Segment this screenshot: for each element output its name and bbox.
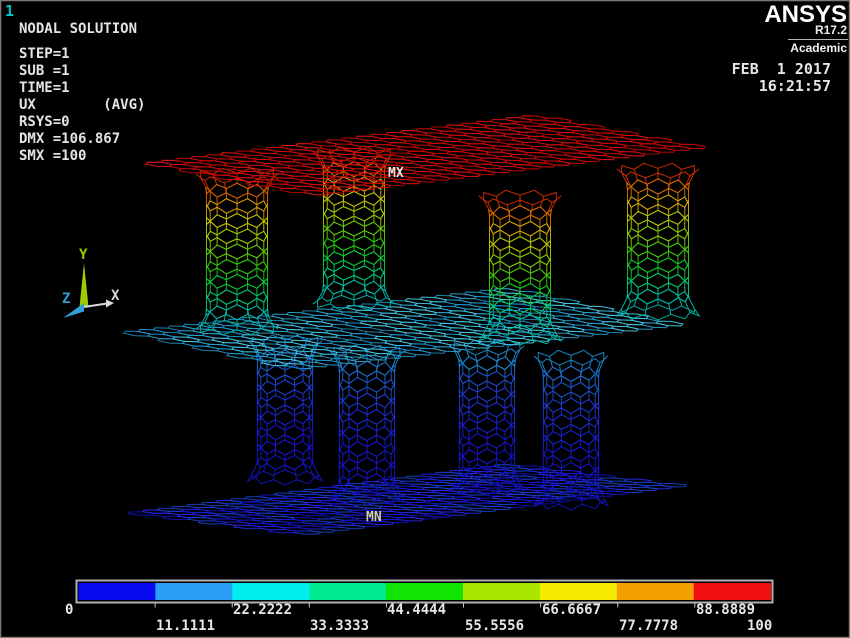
solution-step: STEP=1: [19, 46, 70, 62]
legend-segment: [463, 583, 540, 600]
legend-value-5: 55.5556: [465, 618, 524, 634]
solution-time: TIME=1: [19, 80, 70, 96]
date-label: FEB 1 2017: [732, 60, 831, 78]
legend-segment: [617, 583, 694, 600]
legend-value-0: 0: [65, 602, 73, 618]
legend-value-2: 22.2222: [233, 602, 292, 618]
legend-value-8: 88.8889: [696, 602, 755, 618]
solution-smx: SMX =100: [19, 148, 86, 164]
solution-sub: SUB =1: [19, 63, 70, 79]
legend-value-4: 44.4444: [387, 602, 446, 618]
legend-segment: [79, 583, 156, 600]
solution-title: NODAL SOLUTION: [19, 21, 137, 37]
ansys-application-window: 1 NODAL SOLUTION STEP=1 SUB =1 TIME=1 UX…: [0, 0, 850, 638]
legend-value-7: 77.7778: [619, 618, 678, 634]
min-node-marker: MN: [366, 510, 382, 525]
graphics-viewport[interactable]: 1 NODAL SOLUTION STEP=1 SUB =1 TIME=1 UX…: [0, 0, 850, 638]
solution-rsys: RSYS=0: [19, 114, 70, 130]
x-axis-label: X: [111, 288, 120, 304]
legend-color-segments: [79, 583, 772, 600]
legend-value-6: 66.6667: [542, 602, 601, 618]
plot-number: 1: [5, 2, 14, 20]
legend-segment: [309, 583, 386, 600]
legend-segment: [155, 583, 232, 600]
legend-value-3: 33.3333: [310, 618, 369, 634]
solution-dmx: DMX =106.867: [19, 131, 120, 147]
legend-value-1: 11.1111: [156, 618, 215, 634]
solution-ux-avg: UX (AVG): [19, 97, 145, 113]
legend-value-9: 100: [747, 618, 772, 634]
y-axis-label: Y: [79, 247, 88, 263]
legend-segment: [540, 583, 617, 600]
legend-segment: [694, 583, 771, 600]
time-label: 16:21:57: [759, 77, 831, 95]
edition-label: Academic: [790, 41, 847, 55]
legend-segment: [386, 583, 463, 600]
viewport-background: [0, 0, 850, 638]
z-axis-label: Z: [62, 291, 70, 307]
release-label: R17.2: [815, 23, 847, 37]
max-node-marker: MX: [388, 166, 404, 181]
legend-segment: [232, 583, 309, 600]
